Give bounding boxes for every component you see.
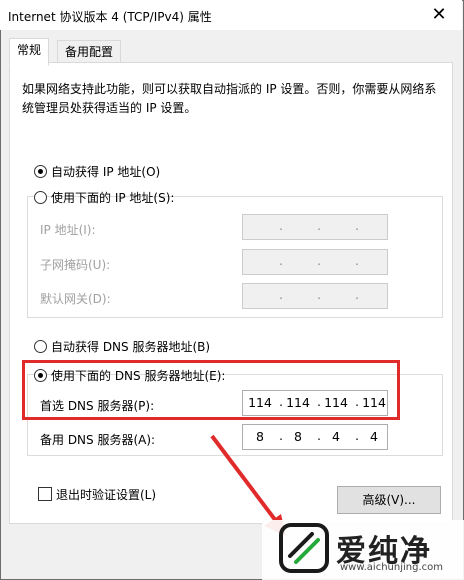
watermark-url: www.aichunjing.com (340, 562, 443, 573)
annotation-arrow-icon (210, 434, 286, 536)
watermark-logo-icon (279, 523, 329, 573)
